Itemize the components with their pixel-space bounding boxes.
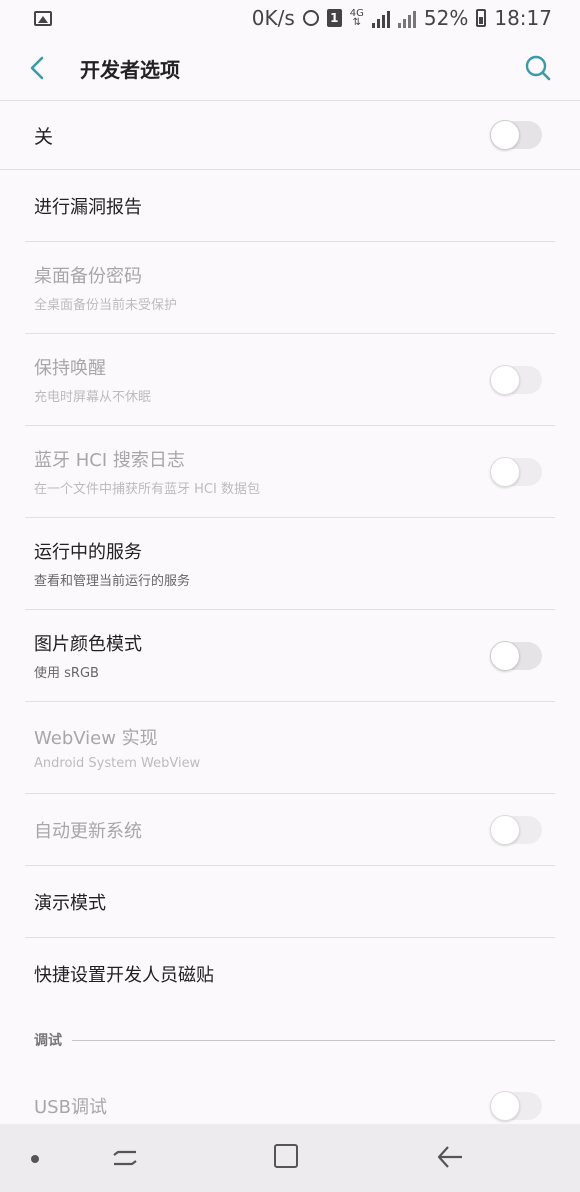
debug-section-header: 调试 <box>34 1010 555 1070</box>
setting-auto-system-update[interactable]: 自动更新系统 <box>25 794 555 866</box>
setting-subtitle: 全桌面备份当前未受保护 <box>34 298 178 313</box>
page-title: 开发者选项 <box>80 57 180 82</box>
settings-list: 进行漏洞报告 桌面备份密码 全桌面备份当前未受保护 保持唤醒 充电时屏幕从不休眠… <box>0 170 580 1142</box>
navigation-bar <box>0 1124 580 1192</box>
setting-title: 保持唤醒 <box>34 358 106 379</box>
setting-picture-color-mode[interactable]: 图片颜色模式 使用 sRGB <box>25 610 555 702</box>
network-type-icon: 4G ⇅ <box>350 9 364 28</box>
setting-subtitle: 使用 sRGB <box>34 666 99 681</box>
setting-title: USB调试 <box>34 1097 107 1118</box>
master-switch-toggle[interactable] <box>490 120 542 150</box>
setting-bluetooth-hci-log[interactable]: 蓝牙 HCI 搜索日志 在一个文件中捕获所有蓝牙 HCI 数据包 <box>25 426 555 518</box>
section-divider <box>72 1039 555 1041</box>
recent-apps-icon[interactable] <box>112 1144 138 1170</box>
auto-update-toggle[interactable] <box>490 814 542 845</box>
setting-bug-report[interactable]: 进行漏洞报告 <box>25 170 555 242</box>
search-icon <box>525 55 551 81</box>
setting-title: 演示模式 <box>34 892 106 914</box>
master-switch-label: 关 <box>34 125 54 148</box>
setting-subtitle: 查看和管理当前运行的服务 <box>34 574 191 589</box>
network-speed: 0K/s <box>251 6 295 30</box>
setting-title: 桌面备份密码 <box>34 266 142 287</box>
setting-subtitle: Android System WebView <box>34 756 201 771</box>
signal-2-icon <box>397 8 416 28</box>
setting-running-services[interactable]: 运行中的服务 查看和管理当前运行的服务 <box>25 518 555 610</box>
setting-title: 进行漏洞报告 <box>34 196 142 218</box>
color-mode-toggle[interactable] <box>490 640 542 671</box>
setting-title: 蓝牙 HCI 搜索日志 <box>34 450 185 471</box>
image-notification-icon <box>34 10 52 26</box>
setting-quick-settings-tiles[interactable]: 快捷设置开发人员磁贴 <box>25 938 555 1010</box>
developer-options-master-row[interactable]: 关 <box>0 101 580 169</box>
status-bar: 0K/s 1 4G ⇅ 52% 18:17 <box>0 0 580 36</box>
nav-dot-icon[interactable] <box>31 1155 39 1163</box>
setting-title: 运行中的服务 <box>34 542 142 563</box>
app-bar: 开发者选项 <box>0 36 580 100</box>
back-button[interactable] <box>8 36 68 100</box>
setting-demo-mode[interactable]: 演示模式 <box>25 866 555 938</box>
sim-icon: 1 <box>326 9 342 27</box>
setting-subtitle: 充电时屏幕从不休眠 <box>34 390 152 405</box>
usb-debugging-toggle[interactable] <box>490 1091 542 1121</box>
setting-title: 快捷设置开发人员磁贴 <box>34 965 214 986</box>
nav-back-icon[interactable] <box>436 1144 464 1170</box>
signal-icon <box>371 8 390 28</box>
bluetooth-hci-toggle[interactable] <box>490 456 542 487</box>
network-arrows-icon: ⇅ <box>352 17 362 28</box>
clock: 18:17 <box>494 6 552 30</box>
section-label: 调试 <box>34 1033 62 1049</box>
setting-title: WebView 实现 <box>34 728 158 749</box>
battery-percent: 52% <box>423 6 469 30</box>
back-arrow-icon <box>30 56 44 80</box>
search-button[interactable] <box>510 36 566 100</box>
home-icon[interactable] <box>274 1144 298 1168</box>
setting-desktop-backup-password[interactable]: 桌面备份密码 全桌面备份当前未受保护 <box>25 242 555 334</box>
setting-subtitle: 在一个文件中捕获所有蓝牙 HCI 数据包 <box>34 482 260 497</box>
setting-webview-implementation[interactable]: WebView 实现 Android System WebView <box>25 702 555 794</box>
alarm-icon <box>302 10 319 26</box>
setting-stay-awake[interactable]: 保持唤醒 充电时屏幕从不休眠 <box>25 334 555 426</box>
battery-icon <box>476 9 487 27</box>
setting-title: 图片颜色模式 <box>34 634 142 655</box>
stay-awake-toggle[interactable] <box>490 364 542 395</box>
setting-title: 自动更新系统 <box>34 820 142 842</box>
